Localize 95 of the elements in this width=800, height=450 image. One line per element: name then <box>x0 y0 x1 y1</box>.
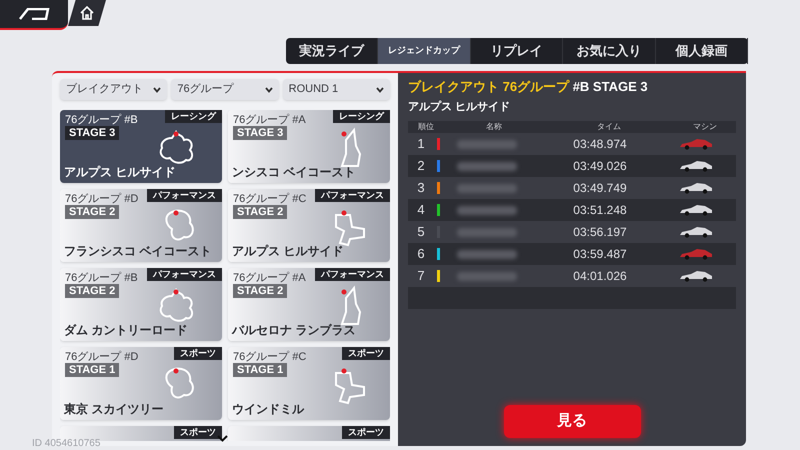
blurred-name <box>457 250 517 258</box>
track-name: ダム カントリーロード <box>64 322 188 339</box>
time-value: 04:01.026 <box>572 268 628 285</box>
car-icon <box>678 270 712 282</box>
stage-badge: STAGE 3 <box>65 126 120 140</box>
stage-card[interactable]: 76グループ #C スポーツ STAGE 1 ウインドミル <box>228 347 390 420</box>
track-name: ンシスコ ベイコースト <box>232 164 356 181</box>
category-tag: パフォーマンス <box>315 268 390 281</box>
stage-badge: STAGE 2 <box>65 205 120 219</box>
blurred-name <box>457 272 517 280</box>
rank-number: 3 <box>416 179 426 198</box>
car-icon <box>678 160 712 172</box>
stage-card[interactable]: 76グループ #D スポーツ STAGE 1 東京 スカイツリー <box>60 347 222 420</box>
rank-number: 7 <box>416 267 426 286</box>
rank-number: 1 <box>416 135 426 154</box>
stage-card[interactable]: 76グループ #B レーシング STAGE 3 アルプス ヒルサイド <box>60 110 222 183</box>
tab[interactable]: 個人録画 <box>656 38 748 64</box>
ranking-row[interactable]: 6 03:59.487 <box>408 243 736 265</box>
column-header: タイム <box>596 121 622 133</box>
stage-badge: STAGE 1 <box>233 363 288 377</box>
time-value: 03:49.026 <box>572 158 628 175</box>
chevron-down-icon <box>376 86 384 92</box>
track-name: フランシスコ ベイコースト <box>64 243 212 260</box>
group-label: 76グループ #B <box>65 112 138 128</box>
stage-badge: STAGE 2 <box>233 284 288 298</box>
track-name: 東京 スカイツリー <box>64 401 164 418</box>
back-button[interactable] <box>0 0 68 30</box>
rank-number: 5 <box>416 223 426 242</box>
stage-badge: STAGE 3 <box>233 126 288 140</box>
car-icon <box>678 204 712 216</box>
column-header: マシン <box>692 121 718 133</box>
category-tag: レーシング <box>333 110 390 123</box>
track-name: バルセロナ ランブラス <box>232 322 356 339</box>
group-label: 76グループ #B <box>65 270 138 286</box>
track-subtitle: アルプス ヒルサイド <box>408 100 512 114</box>
filter-dropdown[interactable]: ブレイクアウト <box>60 79 168 100</box>
blurred-name <box>457 206 517 214</box>
ranking-row[interactable]: 2 03:49.026 <box>408 155 736 177</box>
car-icon <box>678 226 712 238</box>
group-label: 76グループ #C <box>233 192 306 207</box>
stage-badge: STAGE 1 <box>65 363 120 377</box>
stage-card[interactable]: 76グループ #D パフォーマンス STAGE 2 フランシスコ ベイコースト <box>60 189 222 262</box>
category-tag: パフォーマンス <box>147 189 222 202</box>
rank-number: 4 <box>416 201 426 220</box>
scroll-down-chevron-icon <box>217 435 228 442</box>
home-icon <box>80 6 94 20</box>
group-label: 76グループ #A <box>233 112 306 128</box>
group-label: 76グループ #D <box>65 192 138 207</box>
stage-card[interactable]: 76グループ #A パフォーマンス STAGE 2 バルセロナ ランブラス <box>228 268 390 341</box>
category-tag: スポーツ <box>174 347 222 360</box>
car-icon <box>678 138 712 150</box>
time-value: 03:56.197 <box>572 224 628 241</box>
filter-dropdown[interactable]: 76グループ <box>171 79 279 100</box>
blurred-name <box>457 184 517 192</box>
stage-badge: STAGE 2 <box>65 284 120 298</box>
time-value: 03:59.487 <box>572 246 628 263</box>
blurred-name <box>457 228 517 236</box>
track-name: ウインドミル <box>232 401 304 418</box>
category-tag: パフォーマンス <box>315 189 390 202</box>
track-name: アルプス ヒルサイド <box>232 243 344 260</box>
rank-number: 2 <box>416 157 426 176</box>
category-tag: スポーツ <box>174 426 222 439</box>
stage-card[interactable]: 76グループ #C パフォーマンス STAGE 2 アルプス ヒルサイド <box>228 189 390 262</box>
stage-card[interactable]: 76グループ #A レーシング STAGE 3 ンシスコ ベイコースト <box>228 110 390 183</box>
rank-number: 6 <box>416 245 426 264</box>
tab[interactable]: レジェンドカップ <box>378 38 471 64</box>
blurred-name <box>457 140 517 148</box>
filter-dropdown[interactable]: ROUND 1 <box>282 79 390 100</box>
category-tag: スポーツ <box>342 347 390 360</box>
time-value: 03:48.974 <box>572 136 628 153</box>
stage-card[interactable]: スポーツ <box>228 426 390 441</box>
car-icon <box>678 182 712 194</box>
group-label: 76グループ #C <box>233 350 306 365</box>
column-header: 順位 <box>417 121 435 133</box>
time-value: 03:51.248 <box>572 202 628 219</box>
time-value: 03:49.749 <box>572 180 628 197</box>
tab[interactable]: お気に入り <box>563 38 656 64</box>
ranking-row[interactable]: 4 03:51.248 <box>408 199 736 221</box>
chevron-down-icon <box>153 86 162 92</box>
group-label: 76グループ #A <box>233 270 306 286</box>
home-button[interactable] <box>68 0 106 26</box>
column-header: 名称 <box>485 121 503 133</box>
track-name: アルプス ヒルサイド <box>64 164 176 181</box>
stage-card[interactable]: 76グループ #B パフォーマンス STAGE 2 ダム カントリーロード <box>60 268 222 341</box>
category-tag: スポーツ <box>342 426 390 439</box>
stage-badge: STAGE 2 <box>233 205 288 219</box>
tab[interactable]: リプレイ <box>470 38 564 64</box>
blurred-name <box>457 162 517 170</box>
car-icon <box>678 248 712 260</box>
category-tag: パフォーマンス <box>147 268 222 281</box>
result-title: ブレイクアウト 76グループ #B STAGE 3 <box>408 78 649 96</box>
category-tag: レーシング <box>165 110 222 123</box>
chevron-down-icon <box>264 86 273 92</box>
watch-button[interactable]: 見る <box>504 405 640 438</box>
group-label: 76グループ #D <box>65 350 138 365</box>
